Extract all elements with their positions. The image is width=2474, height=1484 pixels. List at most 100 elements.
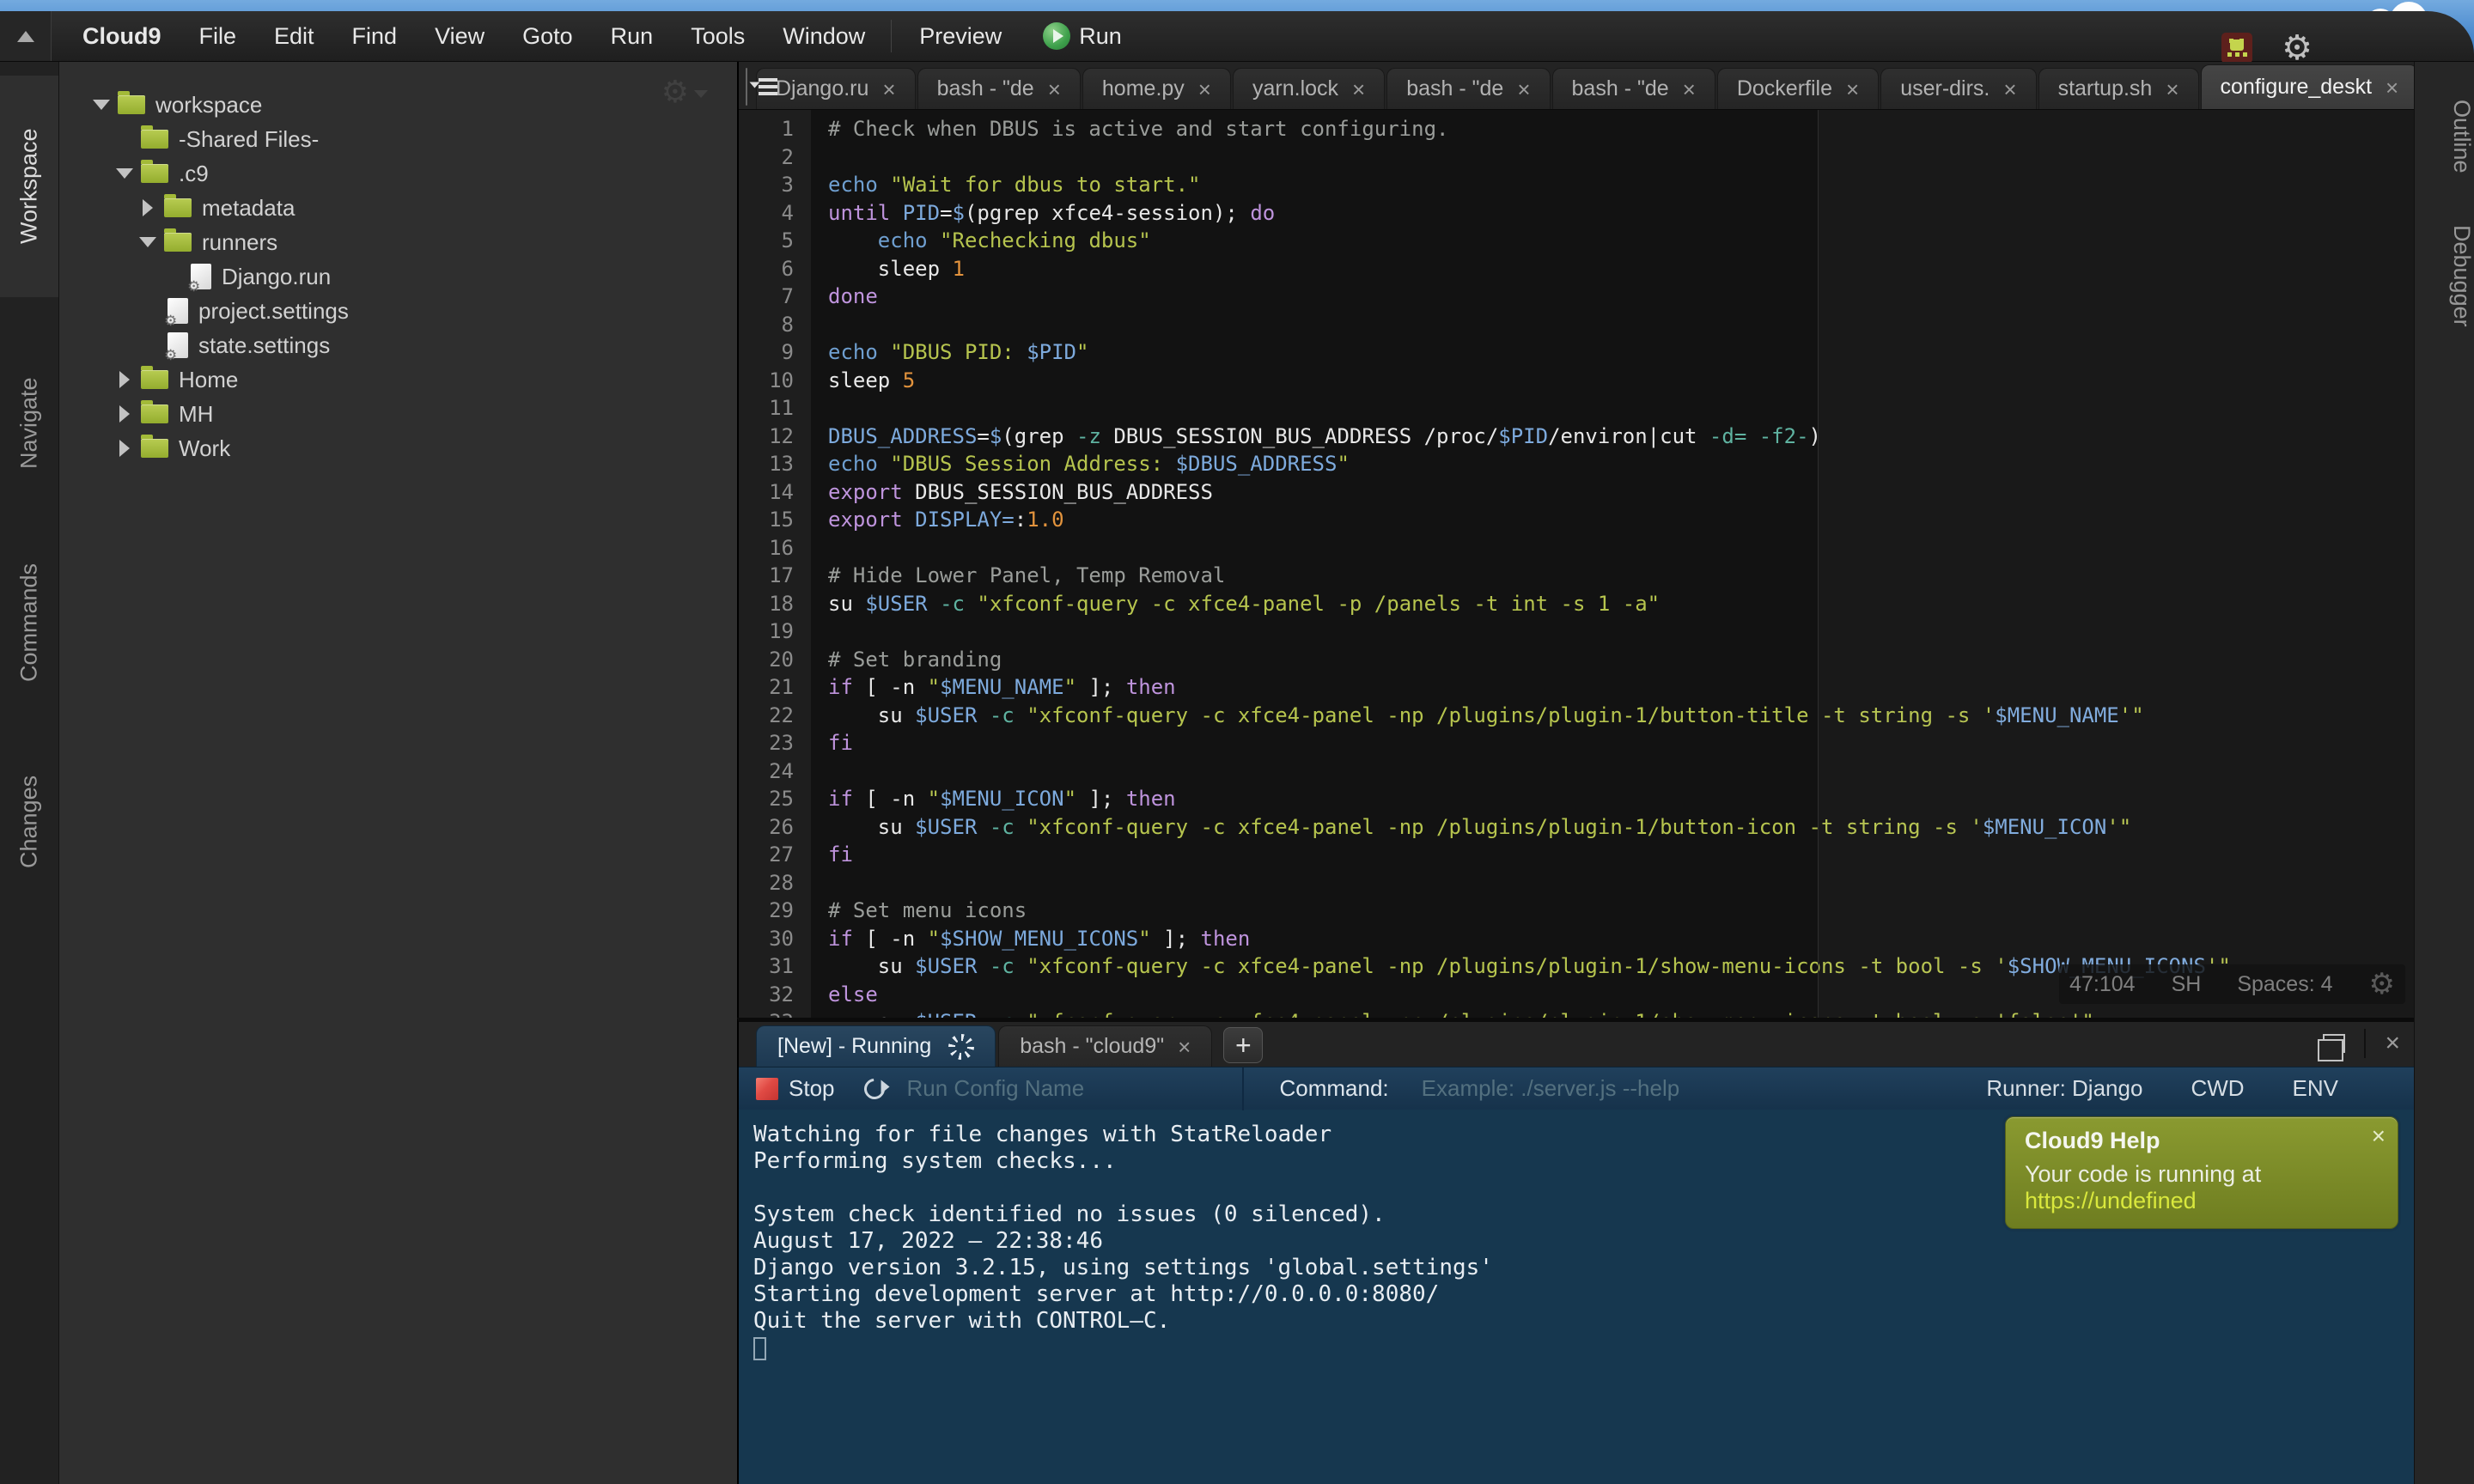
console-panel: [New] - Runningbash - "cloud9"× + × Stop… [737, 1018, 2414, 1484]
close-tab-icon[interactable]: × [1048, 78, 1061, 100]
right-tab-debugger[interactable]: Debugger [2415, 225, 2474, 327]
tree-item-runners[interactable]: runners [59, 225, 737, 259]
disclosure-closed-icon[interactable] [115, 440, 134, 457]
tree-item-workspace[interactable]: workspace [59, 88, 737, 122]
close-tab-icon[interactable]: × [2386, 76, 2398, 99]
cwd-button[interactable]: CWD [2191, 1075, 2244, 1102]
line-number: 4 [739, 199, 794, 228]
tree-item-label: runners [202, 229, 277, 256]
editor-tab-yarn.lock[interactable]: yarn.lock× [1233, 68, 1385, 109]
folder-icon [141, 439, 168, 458]
spaces-setting[interactable]: Spaces: 4 [2237, 972, 2332, 997]
editor-tab-home.py[interactable]: home.py × [1082, 68, 1231, 109]
editor-tab-label: bash - "de [937, 76, 1034, 101]
command-input[interactable] [1422, 1075, 1868, 1102]
cursor-position: 47:104 [2069, 972, 2135, 997]
tree-item--shared-files-[interactable]: -Shared Files- [59, 122, 737, 156]
line-number-gutter: 1234567891011121314151617181920212223242… [739, 110, 811, 1018]
preview-button[interactable]: Preview [899, 11, 1022, 61]
tree-item-state.settings[interactable]: state.settings [59, 328, 737, 362]
tree-item-label: state.settings [198, 332, 330, 359]
sidebar-tab-workspace[interactable]: Workspace [0, 76, 58, 297]
disclosure-closed-icon[interactable] [115, 371, 134, 388]
disclosure-closed-icon[interactable] [138, 199, 157, 216]
menu-item-view[interactable]: View [416, 11, 503, 61]
close-console-icon[interactable]: × [2385, 1031, 2400, 1056]
menu-item-window[interactable]: Window [764, 11, 884, 61]
tree-item-metadata[interactable]: metadata [59, 191, 737, 225]
disclosure-open-icon[interactable] [138, 237, 157, 247]
maximize-console-icon[interactable] [2323, 1034, 2345, 1053]
runner-selector[interactable]: Runner: Django [1986, 1075, 2142, 1102]
editor-tab-bash---de[interactable]: bash - "de× [1386, 68, 1550, 109]
menu-item-tools[interactable]: Tools [672, 11, 764, 61]
menu-item-edit[interactable]: Edit [255, 11, 333, 61]
tree-item-label: .c9 [179, 161, 209, 187]
new-console-tab-button[interactable]: + [1223, 1027, 1263, 1063]
menu-bar: Cloud9FileEditFindViewGotoRunToolsWindow… [0, 11, 2474, 62]
run-config-input[interactable] [907, 1075, 1242, 1102]
tree-item-django.run[interactable]: Django.run [59, 259, 737, 294]
code-line [828, 869, 2414, 897]
editor-tab-bash---de[interactable]: bash - "de× [1552, 68, 1715, 109]
syntax-mode[interactable]: SH [2172, 972, 2202, 997]
restart-icon[interactable] [860, 1074, 889, 1104]
code-line: export DBUS_SESSION_BUS_ADDRESS [828, 478, 2414, 507]
code-line: sleep 5 [828, 367, 2414, 395]
disclosure-closed-icon[interactable] [115, 405, 134, 423]
code-line: # Hide Lower Panel, Temp Removal [828, 562, 2414, 590]
sidebar-tab-commands[interactable]: Commands [0, 550, 58, 696]
env-button[interactable]: ENV [2293, 1075, 2338, 1102]
menu-item-run[interactable]: Run [592, 11, 673, 61]
menu-separator [891, 20, 892, 52]
close-tab-icon[interactable]: × [1683, 78, 1696, 100]
editor-tab-bash---de[interactable]: bash - "de × [917, 68, 1081, 109]
preferences-gear-icon[interactable]: ⚙ [2282, 31, 2313, 65]
menu-item-cloud9[interactable]: Cloud9 [64, 11, 180, 61]
close-tab-icon[interactable]: × [1352, 78, 1365, 100]
disclosure-open-icon[interactable] [92, 100, 111, 110]
status-gear-icon[interactable]: ⚙ [2369, 970, 2395, 999]
run-button[interactable]: Run [1022, 11, 1143, 61]
editor-tab-configure_deskt[interactable]: configure_deskt× [2201, 64, 2419, 109]
stop-icon[interactable] [756, 1078, 778, 1100]
close-tab-icon[interactable]: × [1198, 78, 1211, 100]
close-tab-icon[interactable]: × [2003, 78, 2016, 100]
toast-link[interactable]: https://undefined [2025, 1188, 2197, 1213]
run-play-icon [1043, 22, 1070, 50]
editor-tab-bar: Django.ru×bash - "de×home.py×yarn.lock×b… [739, 62, 2414, 110]
code-editor[interactable]: 1234567891011121314151617181920212223242… [739, 110, 2414, 1018]
close-tab-icon[interactable]: × [2166, 78, 2178, 100]
folder-icon [141, 130, 168, 149]
toast-close-icon[interactable]: × [2372, 1122, 2386, 1150]
tree-item-work[interactable]: Work [59, 431, 737, 465]
bug-report-icon[interactable] [2221, 33, 2252, 64]
tree-item-mh[interactable]: MH [59, 397, 737, 431]
menu-item-file[interactable]: File [180, 11, 256, 61]
tree-item-project.settings[interactable]: project.settings [59, 294, 737, 328]
menu-item-goto[interactable]: Goto [503, 11, 592, 61]
close-tab-icon[interactable]: × [1178, 1036, 1191, 1058]
editor-tab-user-dirs.[interactable]: user-dirs.× [1880, 68, 2036, 109]
editor-tab-Django.ru[interactable]: Django.ru× [756, 68, 916, 109]
right-tab-outline[interactable]: Outline [2415, 100, 2474, 173]
tab-list-button[interactable] [746, 68, 747, 106]
collapse-menubar-button[interactable] [0, 11, 52, 61]
sidebar-tab-navigate[interactable]: Navigate [0, 350, 58, 496]
close-tab-icon[interactable]: × [882, 78, 895, 100]
tree-item-home[interactable]: Home [59, 362, 737, 397]
console-tab--new-running[interactable]: [New] - Running [756, 1025, 996, 1067]
tree-item-.c9[interactable]: .c9 [59, 156, 737, 191]
editor-tab-label: home.py [1102, 76, 1185, 101]
editor-tab-Dockerfile[interactable]: Dockerfile× [1717, 68, 1879, 109]
menu-item-find[interactable]: Find [333, 11, 417, 61]
stop-label[interactable]: Stop [789, 1075, 835, 1102]
tree-item-label: workspace [155, 92, 262, 119]
console-tab-bash-cloud9-[interactable]: bash - "cloud9"× [998, 1025, 1212, 1067]
sidebar-tab-changes[interactable]: Changes [0, 749, 58, 895]
close-tab-icon[interactable]: × [1517, 78, 1530, 100]
editor-tab-startup.sh[interactable]: startup.sh× [2038, 68, 2199, 109]
close-tab-icon[interactable]: × [1846, 78, 1859, 100]
disclosure-open-icon[interactable] [115, 168, 134, 179]
code-line: su $USER -c "xfconf-query -c xfce4-panel… [828, 702, 2414, 730]
